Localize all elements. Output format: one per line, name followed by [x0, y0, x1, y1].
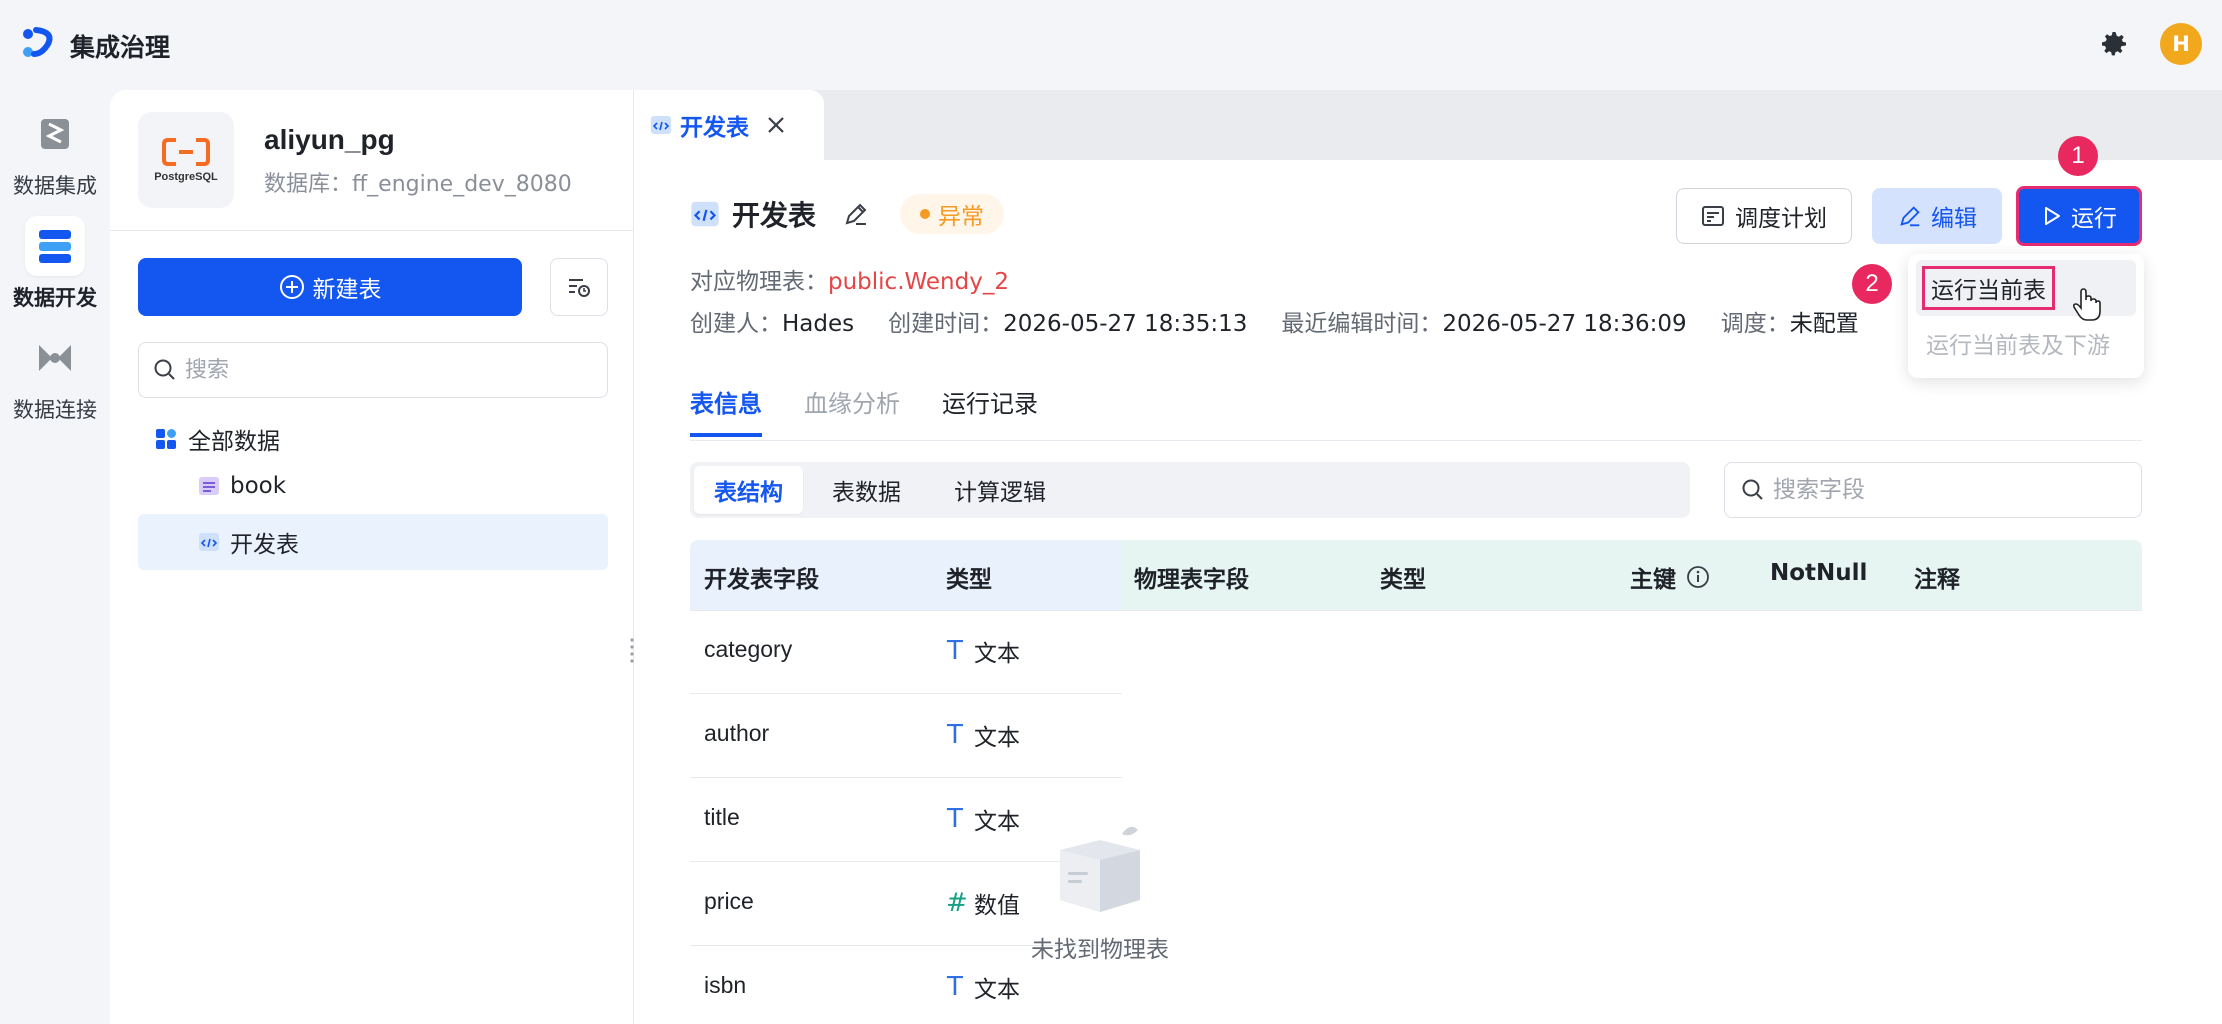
field-search[interactable] [1724, 462, 2142, 518]
table-icon [199, 477, 219, 495]
postgresql-logo-icon [162, 138, 210, 166]
tree-item-book[interactable]: book [138, 458, 608, 514]
data-integration-icon [41, 119, 69, 149]
segment-table-data[interactable]: 表数据 [812, 466, 921, 514]
sidebar-panel: PostgreSQL aliyun_pg 数据库：ff_engine_dev_8… [110, 90, 634, 1024]
physical-table-link[interactable]: public.Wendy_2 [828, 269, 1009, 295]
edit-icon [1900, 206, 1920, 227]
nav-item-data-integration[interactable]: 数据集成 [0, 104, 110, 200]
datasource-db: 数据库：ff_engine_dev_8080 [264, 172, 572, 197]
run-button[interactable]: 运行 [2016, 186, 2142, 246]
app-logo-icon [23, 27, 53, 57]
tab-bar: 开发表 [634, 90, 2222, 160]
run-dropdown-menu: 运行当前表 运行当前表及下游 [1908, 254, 2144, 378]
code-table-icon [199, 533, 219, 551]
main-panel: 开发表 开发表 异常 对应物理表：public.Wendy_2 创建人：Hade… [634, 90, 2222, 1024]
datasource-logo: PostgreSQL [138, 112, 234, 208]
empty-state: 未找到物理表 [950, 820, 1250, 964]
text-type-icon: T [947, 636, 963, 666]
detail-tabs: 表信息 血缘分析 运行记录 [690, 384, 1038, 437]
tree-item-dev-table[interactable]: 开发表 [138, 514, 608, 570]
page-title: 开发表 [732, 199, 817, 232]
search-icon [1742, 479, 1763, 500]
list-history-icon [569, 279, 590, 297]
plus-circle-icon [279, 275, 304, 299]
code-table-icon [691, 201, 719, 227]
tab-table-info[interactable]: 表信息 [690, 384, 762, 437]
table-header-physical: 物理表字段 类型 主键 NotNull 注释 [1122, 540, 2142, 610]
edit-pencil-icon[interactable] [842, 200, 870, 228]
search-icon [154, 359, 175, 380]
segment-table-structure[interactable]: 表结构 [694, 466, 803, 514]
app-title: 集成治理 [70, 33, 171, 62]
calendar-schedule-icon [1702, 206, 1724, 226]
divider [110, 230, 634, 231]
sidebar-search-input[interactable] [185, 357, 585, 383]
empty-box-icon [1060, 826, 1140, 912]
edit-button[interactable]: 编辑 [1872, 188, 2002, 244]
title-row: 开发表 异常 [690, 194, 1005, 234]
text-type-icon: T [947, 972, 963, 1002]
step-badge-2: 2 [1852, 264, 1892, 304]
meta-info: 创建人：Hades 创建时间：2026-05-27 18:35:13 最近编辑时… [690, 311, 1859, 337]
gear-icon[interactable] [2098, 28, 2130, 60]
sidebar-search[interactable] [138, 342, 608, 398]
code-table-icon [651, 116, 671, 134]
fields-table: 开发表字段 类型 物理表字段 类型 主键 NotNull 注释 category… [690, 540, 2142, 1024]
table-row: category T 文本 [690, 610, 1122, 694]
physical-table-info: 对应物理表：public.Wendy_2 [690, 269, 1009, 295]
datasource-name: aliyun_pg [264, 124, 395, 155]
play-icon [2045, 207, 2060, 225]
step-badge-1: 1 [2058, 136, 2098, 176]
nav-item-data-connection[interactable]: 数据连接 [0, 328, 110, 424]
text-type-icon: T [947, 720, 963, 750]
left-nav: 数据集成 数据开发 数据连接 [0, 92, 110, 1024]
schedule-button[interactable]: 调度计划 [1676, 188, 1852, 244]
grid-apps-icon [156, 429, 176, 449]
table-header-dev: 开发表字段 类型 [690, 540, 1122, 610]
history-button[interactable] [550, 258, 608, 316]
nav-item-data-development[interactable]: 数据开发 [0, 216, 110, 312]
data-development-icon [39, 230, 71, 263]
table-row: author T 文本 [690, 694, 1122, 778]
close-icon[interactable] [765, 114, 787, 136]
divider [690, 440, 2142, 441]
new-table-button[interactable]: 新建表 [138, 258, 522, 316]
data-connection-icon [39, 345, 71, 371]
user-avatar[interactable]: H [2160, 23, 2202, 65]
top-bar: 集成治理 H [0, 0, 2222, 92]
menu-item-run-current[interactable]: 运行当前表 [1916, 260, 2136, 316]
tab-dev-table[interactable]: 开发表 [634, 90, 824, 160]
tree-root-all-data[interactable]: 全部数据 [154, 422, 280, 456]
menu-item-run-downstream[interactable]: 运行当前表及下游 [1926, 326, 2110, 360]
field-search-input[interactable] [1773, 477, 2113, 503]
info-icon[interactable] [1686, 565, 1710, 589]
tab-run-records[interactable]: 运行记录 [942, 384, 1038, 437]
segment-control: 表结构 表数据 计算逻辑 [690, 462, 1690, 518]
hand-cursor-icon [2072, 288, 2101, 321]
status-badge: 异常 [900, 194, 1005, 234]
tab-lineage[interactable]: 血缘分析 [804, 384, 900, 437]
segment-compute-logic[interactable]: 计算逻辑 [934, 466, 1066, 514]
